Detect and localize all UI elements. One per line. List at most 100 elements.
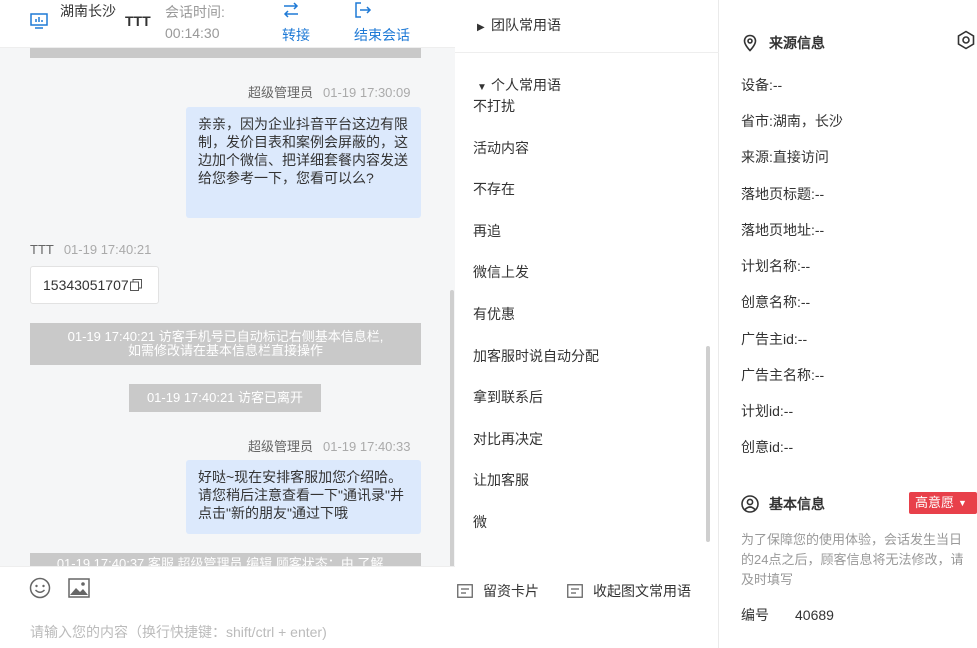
- visitor-name: TTT: [125, 13, 151, 29]
- end-session-label: 结束会话: [354, 27, 410, 43]
- message-time: 01-19 17:40:21: [63, 242, 152, 257]
- message-time: 01-19 17:40:33: [323, 439, 411, 454]
- phrase-item[interactable]: 微: [473, 512, 487, 532]
- intent-dropdown[interactable]: 高意愿 ▼: [909, 492, 977, 514]
- monitor-icon: [30, 13, 48, 29]
- message-meta: 超级管理员 01-19 17:40:33: [248, 436, 410, 455]
- field-label: 创意名称:: [741, 294, 801, 310]
- system-message-line: 如需修改请在基本信息栏直接操作: [127, 343, 323, 358]
- phrase-item[interactable]: 不存在: [473, 179, 515, 199]
- composer: 请输入您的内容（换行快捷键：shift/ctrl + enter): [0, 566, 455, 648]
- session-time: 00:14:30: [165, 25, 220, 41]
- copy-icon[interactable]: [130, 279, 142, 291]
- transfer-icon: [283, 2, 299, 18]
- field-creative-name: 创意名称:--: [741, 292, 810, 312]
- field-label: 来源:: [741, 149, 773, 165]
- field-label: 省市:: [741, 113, 773, 129]
- basic-info-title: 基本信息: [741, 494, 825, 514]
- system-message-partial: 01-19 17:40:37 客服 超级管理员 编辑 顾客状态：由 了解...: [30, 553, 421, 566]
- caret-down-icon: ▼: [477, 82, 487, 93]
- field-value: --: [783, 439, 794, 455]
- phrase-item[interactable]: 拿到联系后: [473, 387, 543, 407]
- caret-down-icon: ▼: [958, 498, 967, 508]
- field-source: 来源:直接访问: [741, 147, 829, 167]
- emoji-icon[interactable]: [29, 577, 51, 599]
- field-label: 编号: [741, 607, 769, 623]
- sender-name: 超级管理员: [248, 439, 314, 454]
- phrase-item[interactable]: 让加客服: [473, 470, 529, 490]
- field-label: 计划名称:: [741, 258, 801, 274]
- field-device: 设备:--: [741, 75, 782, 95]
- agent-message: 亲亲，因为企业抖音平台这边有限制，发价目表和案例会屏蔽的，这边加个微信、把详细套…: [186, 107, 421, 218]
- field-advertiser-name: 广告主名称:--: [741, 365, 824, 385]
- target-icon[interactable]: [956, 30, 976, 50]
- card-icon: [567, 584, 583, 598]
- phrase-item[interactable]: 不打扰: [473, 96, 515, 116]
- chat-header: 湖南长沙 TTT 会话时间: 00:14:30 转接 结束会话: [0, 0, 455, 48]
- phrases-scrollbar[interactable]: [706, 346, 710, 542]
- visitor-message[interactable]: 15343051707: [30, 266, 159, 304]
- visitor-message-text: 15343051707: [43, 277, 129, 293]
- collapse-phrases-button[interactable]: 收起图文常用语: [567, 581, 691, 601]
- field-label: 落地页标题:: [741, 186, 815, 202]
- phrase-item[interactable]: 再追: [473, 221, 501, 241]
- group-label: 团队常用语: [491, 17, 561, 33]
- field-value: --: [814, 222, 825, 238]
- field-value: --: [783, 403, 794, 419]
- field-value: --: [800, 294, 811, 310]
- system-message: 01-19 17:40:21 访客已离开: [129, 384, 321, 412]
- field-value: 直接访问: [772, 149, 829, 165]
- field-label: 创意id:: [741, 439, 784, 455]
- field-label: 广告主id:: [741, 331, 798, 347]
- message-meta: TTT 01-19 17:40:21: [30, 242, 151, 257]
- phrase-item[interactable]: 微信上发: [473, 262, 529, 282]
- quick-phrases-panel: ▶ 团队常用语 ▼ 个人常用语 不打扰 活动内容 不存在 再追 微信上发 有优惠 加…: [455, 0, 719, 648]
- phrase-item[interactable]: 有优惠: [473, 304, 515, 324]
- system-message: 01-19 17:40:21 访客手机号已自动标记右侧基本信息栏, 如需修改请在…: [30, 323, 421, 365]
- end-session-button[interactable]: 结束会话: [354, 0, 424, 46]
- field-label: 设备:: [741, 77, 773, 93]
- field-value: --: [772, 77, 783, 93]
- collapse-phrases-label: 收起图文常用语: [593, 583, 691, 599]
- field-landing-title: 落地页标题:--: [741, 184, 824, 204]
- field-value: --: [814, 367, 825, 383]
- field-label: 落地页地址:: [741, 222, 815, 238]
- field-value: --: [814, 186, 825, 202]
- edit-notice: 为了保障您的使用体验，会话发生当日的24点之后，顾客信息将无法修改，请及时填写: [741, 532, 964, 587]
- field-value: 40689: [795, 607, 834, 623]
- system-message-partial: [30, 48, 421, 58]
- field-plan-name: 计划名称:--: [741, 256, 810, 276]
- field-plan-id: 计划id:--: [741, 401, 793, 421]
- agent-message: 好哒~现在安排客服加您介绍哈。请您稍后注意查看一下"通讯录"并点击"新的朋友"通…: [186, 460, 421, 534]
- section-label: 来源信息: [769, 35, 825, 51]
- intent-value: 高意愿: [915, 495, 955, 510]
- message-meta: 超级管理员 01-19 17:30:09: [248, 82, 410, 101]
- message-input[interactable]: 请输入您的内容（换行快捷键：shift/ctrl + enter): [30, 622, 327, 642]
- field-value: --: [800, 258, 811, 274]
- team-phrases-group[interactable]: ▶ 团队常用语: [477, 15, 561, 35]
- field-label: 广告主名称:: [741, 367, 815, 383]
- field-landing-url: 落地页地址:--: [741, 220, 824, 240]
- phrase-item[interactable]: 加客服时说自动分配: [473, 346, 599, 366]
- system-message-line: 01-19 17:40:21 访客手机号已自动标记右侧基本信息栏,: [67, 329, 384, 344]
- logout-icon: [355, 2, 372, 18]
- phrase-item[interactable]: 对比再决定: [473, 429, 543, 449]
- lead-card-button[interactable]: 留资卡片: [457, 581, 539, 601]
- visitor-info-panel: 来源信息 设备:-- 省市:湖南，长沙 来源:直接访问 落地页标题:-- 落地页…: [719, 0, 977, 648]
- transfer-button[interactable]: 转接: [282, 0, 352, 46]
- field-value: --: [797, 331, 808, 347]
- field-advertiser-id: 广告主id:--: [741, 329, 807, 349]
- message-time: 01-19 17:30:09: [323, 85, 411, 100]
- group-label: 个人常用语: [491, 77, 561, 93]
- image-icon[interactable]: [68, 577, 90, 599]
- message-list[interactable]: 超级管理员 01-19 17:30:09 亲亲，因为企业抖音平台这边有限制，发价目…: [0, 48, 455, 566]
- transfer-label: 转接: [282, 27, 310, 43]
- chat-scrollbar[interactable]: [450, 290, 454, 566]
- field-value: 湖南，长沙: [772, 113, 843, 129]
- personal-phrases-group[interactable]: ▼ 个人常用语: [477, 75, 561, 95]
- card-icon: [457, 584, 473, 598]
- phrase-item[interactable]: 活动内容: [473, 138, 529, 158]
- section-label: 基本信息: [769, 496, 825, 512]
- divider: [455, 52, 719, 53]
- lead-card-label: 留资卡片: [483, 583, 539, 599]
